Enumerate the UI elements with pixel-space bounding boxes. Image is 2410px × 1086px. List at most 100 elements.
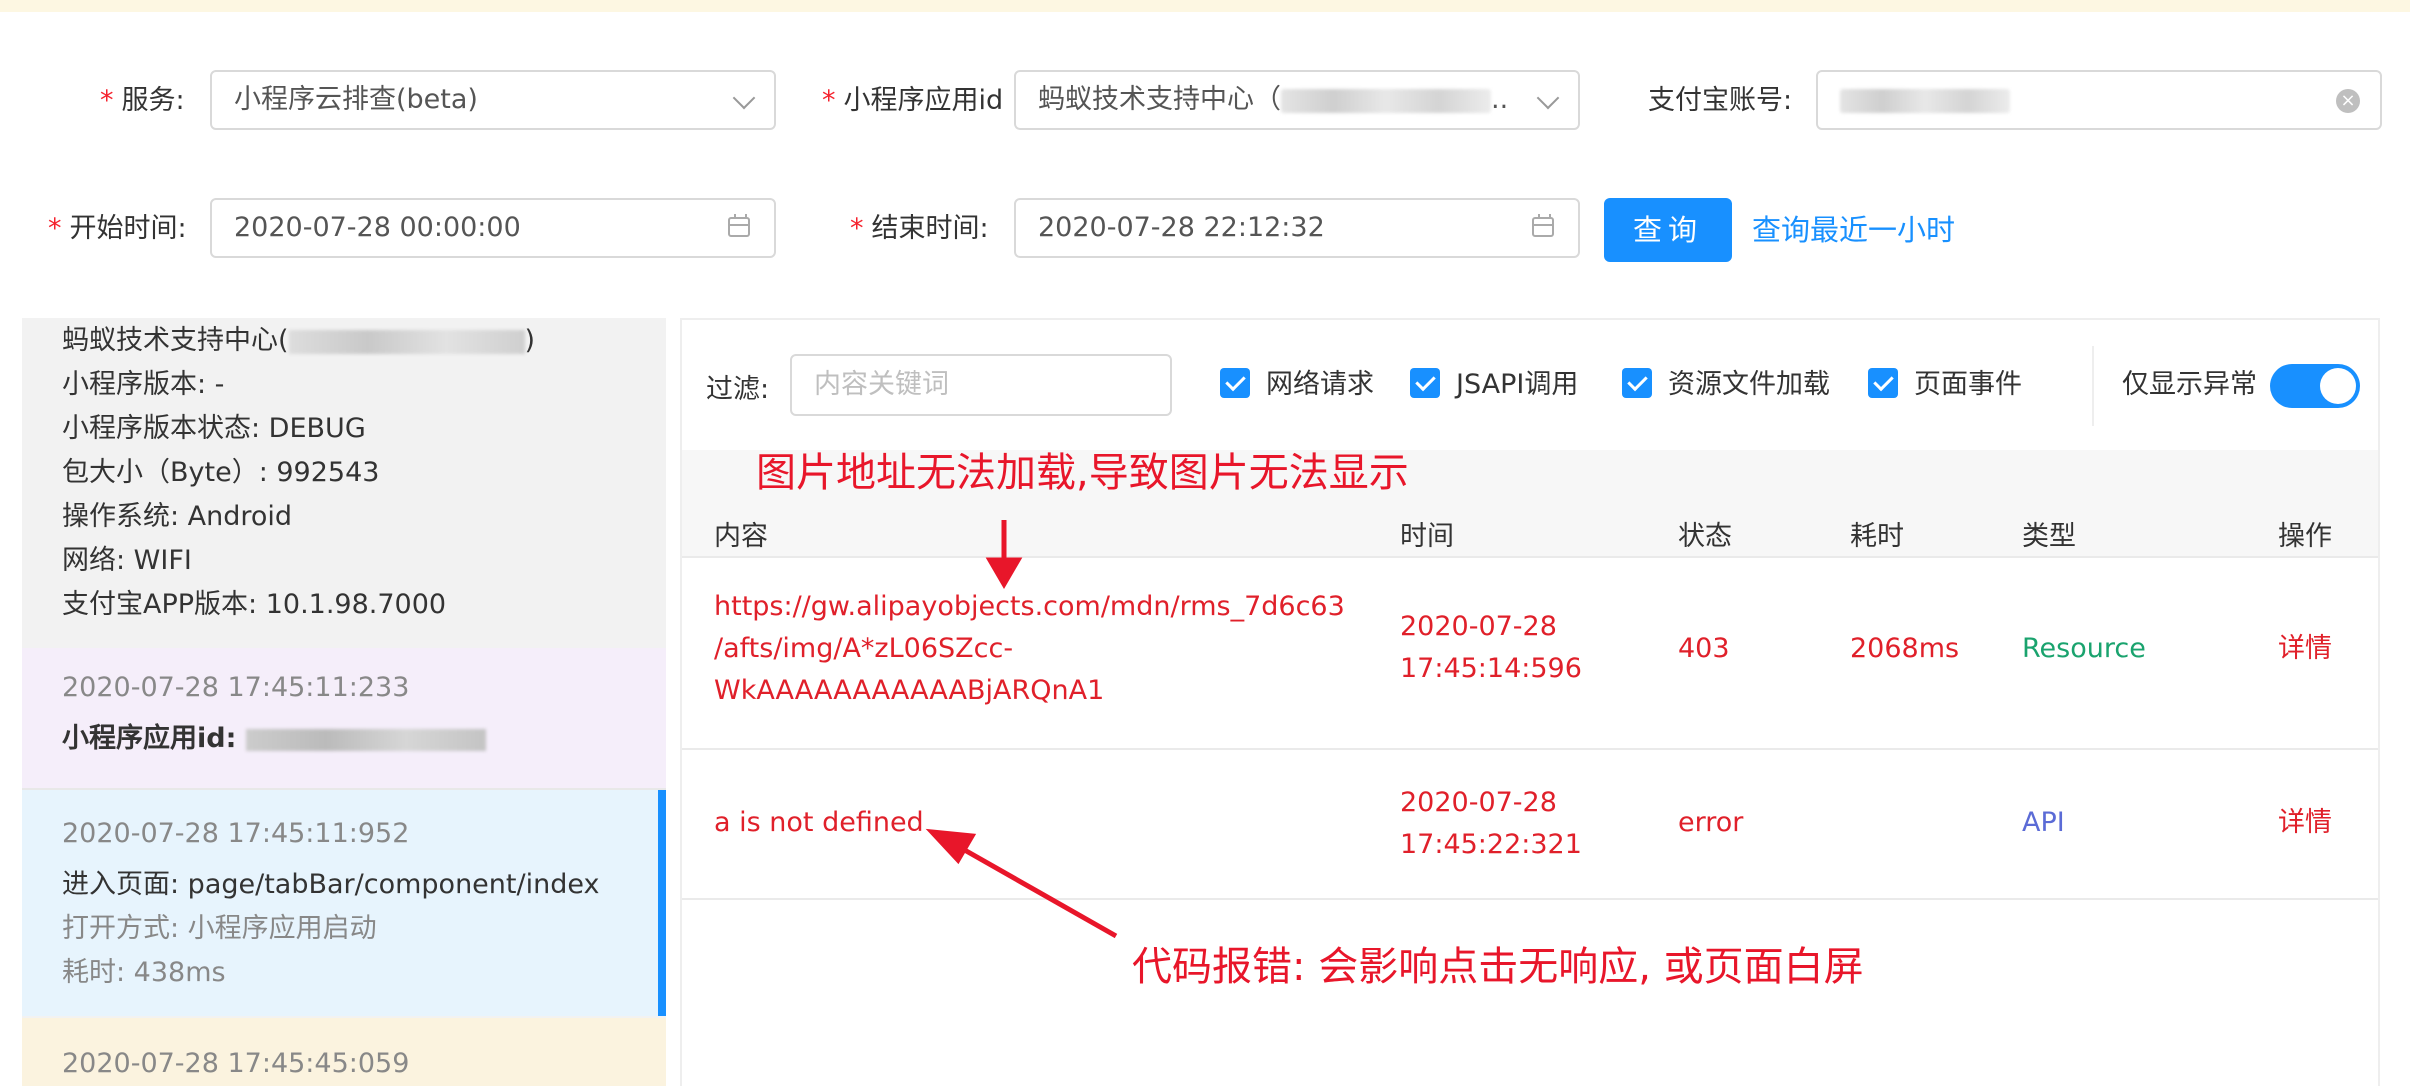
app-id-select-value: 蚂蚁技术支持中心（ — [1038, 84, 1281, 115]
calendar-icon — [728, 214, 750, 237]
device-os: 操作系统: Android — [62, 501, 293, 532]
divider — [2092, 346, 2094, 426]
column-header-action: 操作 — [2278, 521, 2332, 552]
device-app-name: 蚂蚁技术支持中心() — [62, 318, 535, 357]
checkbox-jsapi[interactable]: JSAPI调用 — [1410, 367, 1579, 402]
checkbox-resource-loading[interactable]: 资源文件加载 — [1622, 367, 1830, 402]
checkbox-page-event[interactable]: 页面事件 — [1868, 367, 2022, 402]
row-status: error — [1678, 807, 1744, 838]
device-info-card: 蚂蚁技术支持中心() 小程序版本: - 小程序版本状态: DEBUG 包大小（B… — [22, 318, 666, 650]
device-version-status: 小程序版本状态: DEBUG — [62, 413, 366, 444]
column-header-content: 内容 — [714, 521, 768, 552]
timeline-event[interactable]: 2020-07-28 17:45:45:059 — [22, 1018, 666, 1086]
row-time: 2020-07-28 17:45:14:596 — [1400, 606, 1582, 690]
checkbox-label: 页面事件 — [1914, 369, 2022, 400]
end-time-picker[interactable]: 2020-07-28 22:12:32 — [1014, 198, 1580, 258]
redacted-account — [1840, 88, 2010, 113]
content-line: WkAAAAAAAAAAABjARQnA1 — [714, 675, 1105, 706]
end-time-label: * 结束时间: — [850, 198, 989, 260]
start-time-label: * 开始时间: — [48, 198, 187, 260]
device-package-size: 包大小（Byte）: 992543 — [62, 457, 380, 488]
redacted-app-id — [245, 728, 486, 751]
checkbox-network-request[interactable]: 网络请求 — [1220, 367, 1374, 402]
event-app-id: 小程序应用id: — [62, 716, 486, 755]
row-detail-link[interactable]: 详情 — [2278, 628, 2332, 670]
row-type: Resource — [2022, 633, 2146, 664]
content-line: https://gw.alipayobjects.com/mdn/rms_7d6… — [714, 591, 1345, 622]
chevron-down-icon — [1536, 86, 1560, 110]
app-name-close: ) — [524, 325, 536, 356]
service-label: * 服务: — [100, 70, 185, 132]
checkbox-label: 资源文件加载 — [1668, 369, 1830, 400]
timeline-event[interactable]: 2020-07-28 17:45:11:233 小程序应用id: — [22, 648, 666, 790]
required-mark: * — [850, 213, 864, 244]
end-time-label-text: 结束时间: — [871, 213, 989, 244]
device-version: 小程序版本: - — [62, 369, 225, 400]
start-time-value: 2020-07-28 00:00:00 — [234, 212, 521, 243]
timeline-event-selected[interactable]: 2020-07-28 17:45:11:952 进入页面: page/tabBa… — [22, 790, 666, 1016]
event-time: 2020-07-28 17:45:11:233 — [62, 672, 410, 703]
filter-input[interactable]: 内容关键词 — [790, 354, 1172, 416]
time-date: 2020-07-28 — [1400, 611, 1557, 642]
app-id-label: * 小程序应用id — [822, 70, 1003, 132]
row-status: 403 — [1678, 633, 1730, 664]
app-name-text: 蚂蚁技术支持中心( — [62, 325, 289, 356]
content-line: /afts/img/A*zL06SZcc- — [714, 633, 1014, 664]
app-id-label-text: 小程序应用id — [843, 85, 1004, 116]
event-duration: 耗时: 438ms — [62, 957, 226, 988]
app-id-select[interactable]: 蚂蚁技术支持中心（.. — [1014, 70, 1580, 130]
top-notice-bar — [0, 0, 2410, 12]
annotation-code-error: 代码报错: 会影响点击无响应, 或页面白屏 — [1132, 944, 1864, 990]
row-time: 2020-07-28 17:45:22:321 — [1400, 782, 1582, 866]
event-timeline-panel[interactable]: 蚂蚁技术支持中心() 小程序版本: - 小程序版本状态: DEBUG 包大小（B… — [22, 318, 666, 1086]
event-open-mode: 打开方式: 小程序应用启动 — [62, 913, 377, 944]
checkbox-checked-icon — [1868, 367, 1898, 398]
row-type: API — [2022, 807, 2065, 838]
annotation-image-error: 图片地址无法加载,导致图片无法显示 — [756, 450, 1409, 496]
event-time: 2020-07-28 17:45:45:059 — [62, 1048, 410, 1079]
device-network: 网络: WIFI — [62, 545, 192, 576]
query-last-hour-link[interactable]: 查询最近一小时 — [1752, 198, 1955, 262]
redacted-app-name — [288, 329, 525, 354]
end-time-value: 2020-07-28 22:12:32 — [1038, 212, 1325, 243]
service-select-value: 小程序云排查(beta) — [234, 84, 478, 115]
filter-label: 过滤: — [706, 374, 770, 405]
required-mark: * — [100, 85, 114, 116]
checkbox-checked-icon — [1622, 367, 1652, 398]
alipay-account-label: 支付宝账号: — [1648, 85, 1793, 116]
device-alipay-version: 支付宝APP版本: 10.1.98.7000 — [62, 589, 447, 620]
required-mark: * — [48, 213, 62, 244]
column-header-status: 状态 — [1678, 521, 1732, 552]
column-header-type: 类型 — [2022, 521, 2076, 552]
chevron-down-icon — [732, 86, 756, 110]
event-app-id-text: 小程序应用id: — [62, 723, 237, 754]
row-content: a is not defined — [714, 807, 924, 838]
service-select[interactable]: 小程序云排查(beta) — [210, 70, 776, 130]
time-date: 2020-07-28 — [1400, 787, 1557, 818]
row-content: https://gw.alipayobjects.com/mdn/rms_7d6… — [714, 586, 1345, 712]
only-abnormal-label: 仅显示异常 — [2122, 369, 2257, 400]
toggle-knob — [2320, 368, 2356, 404]
required-mark: * — [822, 85, 836, 116]
table-row[interactable]: https://gw.alipayobjects.com/mdn/rms_7d6… — [682, 556, 2378, 750]
event-time: 2020-07-28 17:45:11:952 — [62, 818, 410, 849]
event-page-enter: 进入页面: page/tabBar/component/index — [62, 869, 600, 900]
row-detail-link[interactable]: 详情 — [2278, 802, 2332, 844]
checkbox-checked-icon — [1220, 367, 1250, 398]
column-header-time: 时间 — [1400, 521, 1454, 552]
clear-icon[interactable]: × — [2336, 89, 2360, 113]
start-time-label-text: 开始时间: — [69, 213, 187, 244]
redacted-app-id — [1281, 88, 1491, 113]
time-clock: 17:45:22:321 — [1400, 829, 1582, 860]
table-row[interactable]: a is not defined 2020-07-28 17:45:22:321… — [682, 750, 2378, 900]
time-clock: 17:45:14:596 — [1400, 653, 1582, 684]
only-abnormal-toggle[interactable] — [2270, 364, 2360, 408]
start-time-picker[interactable]: 2020-07-28 00:00:00 — [210, 198, 776, 258]
checkbox-checked-icon — [1410, 367, 1440, 398]
calendar-icon — [1532, 214, 1554, 237]
checkbox-label: 网络请求 — [1266, 369, 1374, 400]
row-duration: 2068ms — [1850, 633, 1960, 664]
checkbox-label: JSAPI调用 — [1456, 369, 1579, 400]
query-button[interactable]: 查询 — [1604, 198, 1732, 262]
alipay-account-input[interactable]: × — [1816, 70, 2382, 130]
